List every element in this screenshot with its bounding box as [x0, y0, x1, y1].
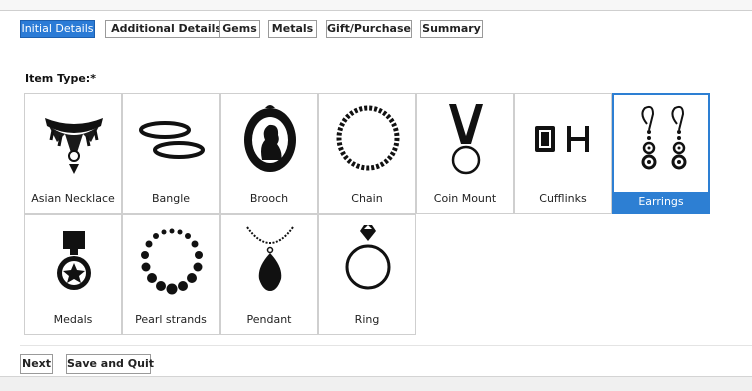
- tab-initial-details[interactable]: Initial Details: [20, 20, 95, 38]
- item-type-label-text: Coin Mount: [433, 192, 497, 205]
- item-type-label-text: Earrings: [614, 192, 708, 212]
- tab-summary[interactable]: Summary: [420, 20, 483, 38]
- item-type-pearl-strands[interactable]: Pearl strands: [122, 214, 220, 335]
- coin-mount-icon: [449, 104, 483, 175]
- save-and-quit-button[interactable]: Save and Quit: [66, 354, 154, 374]
- item-type-label-text: Brooch: [249, 192, 289, 205]
- item-type-asian-necklace[interactable]: Asian Necklace: [24, 93, 122, 214]
- item-type-label-text: Pearl strands: [135, 313, 207, 326]
- item-type-label-text: Asian Necklace: [31, 192, 115, 205]
- item-type-label-text: Bangle: [151, 192, 191, 205]
- item-type-brooch[interactable]: Brooch: [220, 93, 318, 214]
- ring-icon: [345, 225, 391, 290]
- pearl-strands-icon: [141, 228, 203, 295]
- top-border: [0, 0, 752, 11]
- tab-metals[interactable]: Metals: [268, 20, 317, 38]
- status-bar: [0, 376, 752, 391]
- item-type-label-text: Cufflinks: [539, 192, 587, 205]
- next-button[interactable]: Next: [20, 354, 53, 374]
- brooch-icon: [244, 105, 296, 172]
- item-type-label: Item Type:*: [25, 72, 96, 85]
- tab-gems[interactable]: Gems: [219, 20, 260, 38]
- pendant-icon: [246, 226, 294, 291]
- item-type-label-text: Medals: [53, 313, 93, 326]
- item-type-cufflinks[interactable]: Cufflinks: [514, 93, 612, 214]
- item-type-pendant[interactable]: Pendant: [220, 214, 318, 335]
- item-type-medals[interactable]: Medals: [24, 214, 122, 335]
- cufflinks-icon: [535, 126, 589, 152]
- medal-icon: [57, 231, 91, 290]
- item-type-label-text: Pendant: [246, 313, 292, 326]
- item-type-label-text: Chain: [351, 192, 383, 205]
- item-type-earrings[interactable]: Earrings: [612, 93, 710, 214]
- earrings-icon: [641, 105, 687, 170]
- divider: [20, 345, 752, 346]
- item-type-chain[interactable]: Chain: [318, 93, 416, 214]
- tab-gift-purchase[interactable]: Gift/Purchase: [326, 20, 412, 38]
- item-type-coin-mount[interactable]: Coin Mount: [416, 93, 514, 214]
- tab-additional-details[interactable]: Additional Details: [105, 20, 228, 38]
- asian-necklace-icon: [45, 118, 103, 174]
- bangle-icon: [139, 121, 205, 159]
- item-type-ring[interactable]: Ring: [318, 214, 416, 335]
- chain-icon: [336, 105, 400, 171]
- item-type-label-text: Ring: [354, 313, 380, 326]
- item-type-bangle[interactable]: Bangle: [122, 93, 220, 214]
